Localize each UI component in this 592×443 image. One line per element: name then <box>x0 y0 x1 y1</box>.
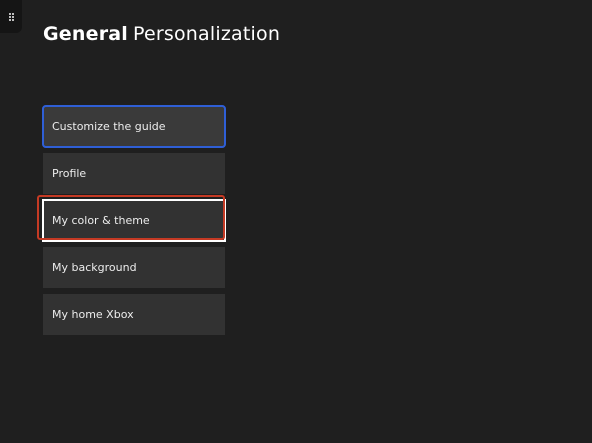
personalization-screen: General Personalization Customize the gui… <box>0 0 592 443</box>
section-title: General <box>43 23 128 45</box>
menu-item-profile[interactable]: Profile <box>43 153 225 194</box>
menu-item-home-xbox[interactable]: My home Xbox <box>43 294 225 335</box>
menu-item-customize-guide[interactable]: Customize the guide <box>42 105 226 148</box>
menu-item-label: Profile <box>52 167 87 180</box>
page-title: General Personalization <box>43 20 280 48</box>
personalization-menu: Customize the guide Profile My color & t… <box>37 105 226 341</box>
menu-item-label: My color & theme <box>52 214 150 227</box>
guide-handle[interactable] <box>0 0 22 33</box>
menu-item-label: My background <box>52 261 137 274</box>
menu-item-label: My home Xbox <box>52 308 134 321</box>
menu-item-color-theme[interactable]: My color & theme <box>37 195 226 242</box>
page-name: Personalization <box>133 23 281 45</box>
menu-item-background[interactable]: My background <box>43 247 225 288</box>
grip-dots-icon <box>8 12 14 21</box>
menu-item-label: Customize the guide <box>52 120 166 133</box>
